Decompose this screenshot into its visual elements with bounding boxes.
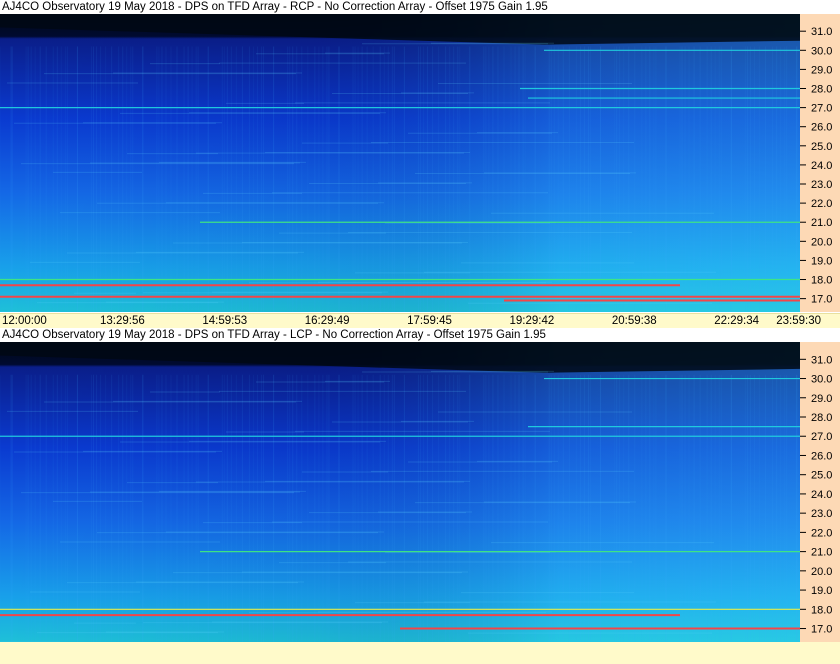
y-tick-label: 25.0: [811, 470, 832, 482]
y-tick-label: 29.0: [811, 64, 832, 76]
y-tick-label: 24.0: [811, 489, 832, 501]
x-tick-label: 16:29:49: [304, 315, 350, 327]
y-tick-label: 29.0: [811, 393, 832, 405]
y-tick-label: 23.0: [811, 179, 832, 191]
x-tick-label: 13:29:56: [99, 315, 145, 327]
y-tick-label: 17.0: [811, 294, 832, 306]
y-tick-label: 26.0: [811, 122, 832, 134]
y-tick-label: 21.0: [811, 547, 832, 559]
y-tick-label: 20.0: [811, 236, 832, 248]
y-tick-label: 19.0: [811, 585, 832, 597]
y-tick-label: 18.0: [811, 275, 832, 287]
y-tick-label: 22.0: [811, 198, 832, 210]
y-tick-label: 31.0: [811, 354, 832, 366]
y-tick-label: 22.0: [811, 527, 832, 539]
rcp-spectrogram[interactable]: [0, 14, 800, 312]
y-tick-label: 21.0: [811, 217, 832, 229]
y-tick-label: 30.0: [811, 374, 832, 386]
y-tick-label: 28.0: [811, 412, 832, 424]
lcp-frequency-axis: 31.0 30.0 29.0 28.0 27.0 26.0 25.0 24.0 23.0 22.0…: [800, 342, 840, 642]
lcp-time-axis-strip: [0, 642, 840, 664]
y-tick-label: 24.0: [811, 160, 832, 172]
lcp-title: AJ4CO Observatory 19 May 2018 - DPS on T…: [0, 328, 800, 342]
y-tick-label: 18.0: [811, 604, 832, 616]
rcp-title: AJ4CO Observatory 19 May 2018 - DPS on T…: [0, 0, 800, 14]
y-tick-label: 19.0: [811, 255, 832, 267]
x-tick-label: 23:59:30: [776, 315, 821, 327]
y-tick-label: 27.0: [811, 103, 832, 115]
x-tick-label: 19:29:42: [509, 315, 555, 327]
y-tick-label: 30.0: [811, 45, 832, 57]
y-tick-label: 31.0: [811, 26, 832, 38]
x-tick-label: 20:59:38: [611, 315, 657, 327]
x-tick-label: 22:29:34: [714, 315, 760, 327]
x-tick-label: 12:00:00: [2, 315, 47, 327]
y-tick-label: 20.0: [811, 566, 832, 578]
x-tick-label: 14:59:53: [202, 315, 248, 327]
y-tick-label: 23.0: [811, 508, 832, 520]
time-axis: 12:00:00 13:29:56 14:59:53 16:29:49 17:59:45…: [0, 313, 840, 328]
y-tick-label: 25.0: [811, 141, 832, 153]
y-tick-label: 27.0: [811, 431, 832, 443]
y-tick-label: 28.0: [811, 84, 832, 96]
y-tick-label: 26.0: [811, 450, 832, 462]
y-tick-label: 17.0: [811, 624, 832, 636]
x-tick-label: 17:59:45: [407, 315, 452, 327]
rcp-frequency-axis: 31.0 30.0 29.0 28.0 27.0 26.0 25.0 24.0 23.0 22.0…: [800, 14, 840, 312]
lcp-spectrogram[interactable]: [0, 342, 800, 642]
